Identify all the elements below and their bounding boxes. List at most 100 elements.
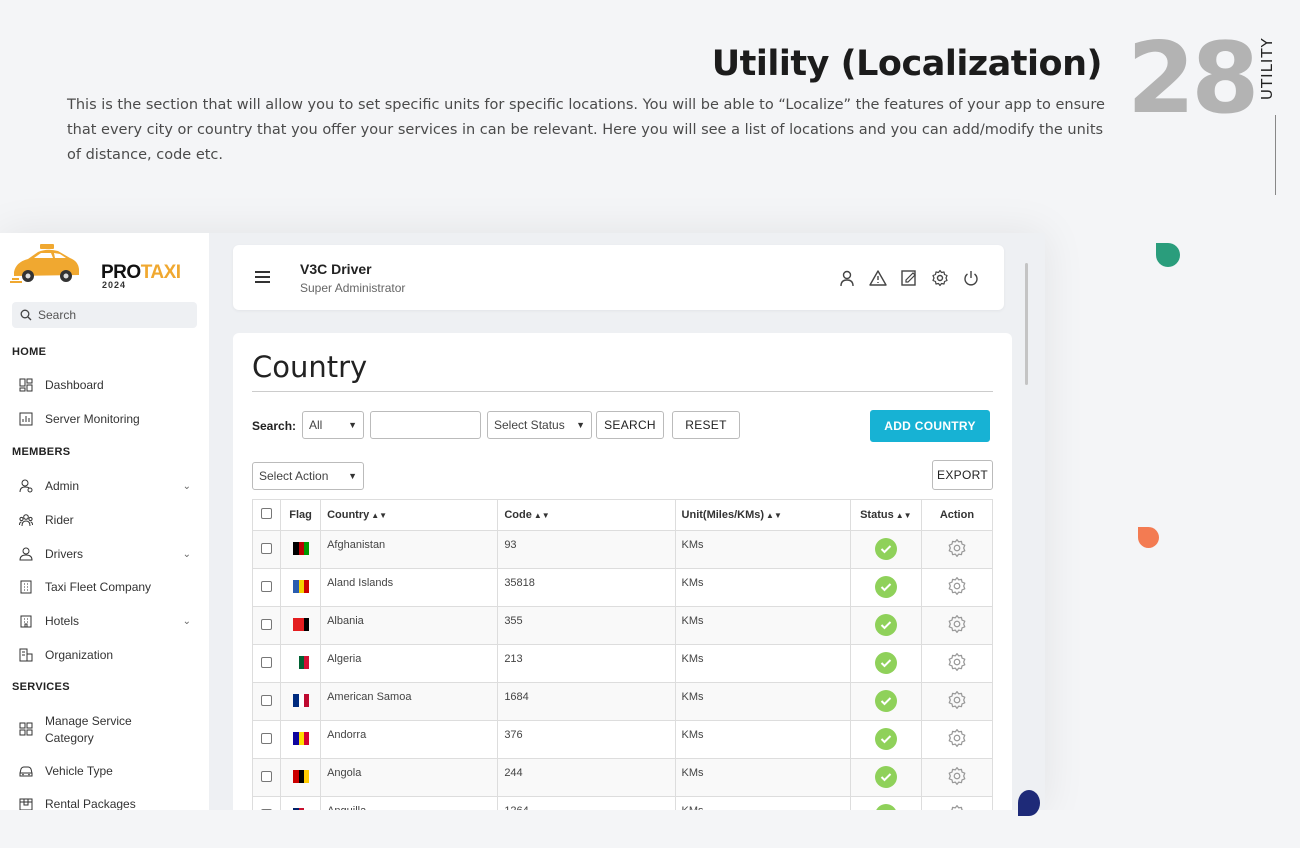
settings-gear-icon[interactable]	[947, 766, 967, 786]
alert-icon[interactable]	[869, 269, 887, 287]
sidebar-search-input[interactable]: Search	[12, 302, 197, 328]
country-flag-icon	[292, 617, 309, 631]
taxi-car-icon	[10, 244, 79, 283]
row-checkbox[interactable]	[261, 618, 273, 630]
action-cell[interactable]	[920, 720, 994, 759]
active-status-icon[interactable]	[874, 766, 897, 788]
search-field-select[interactable]: All ▼	[302, 411, 364, 439]
scrollbar[interactable]	[1025, 263, 1028, 385]
bulk-action-select[interactable]: Select Action ▼	[252, 462, 364, 490]
brand-logo[interactable]: PROTAXI 2024	[10, 242, 181, 292]
export-button[interactable]: EXPORT	[932, 460, 993, 490]
action-cell[interactable]	[920, 682, 994, 721]
column-code[interactable]: Code ▲▼	[497, 499, 676, 531]
unit-cell: KMs	[674, 568, 851, 607]
row-checkbox-cell[interactable]	[251, 682, 282, 721]
row-checkbox-cell[interactable]	[251, 758, 282, 797]
settings-gear-icon[interactable]	[947, 690, 967, 710]
search-button[interactable]: SEARCH	[596, 411, 664, 439]
sidebar-item-hotels[interactable]: Hotels ⌄	[19, 614, 199, 628]
column-status[interactable]: Status ▲▼	[849, 499, 922, 531]
sidebar-item-organization[interactable]: Organization	[19, 648, 199, 662]
search-input[interactable]	[370, 411, 481, 439]
page-description: This is the section that will allow you …	[67, 97, 1105, 163]
status-cell[interactable]	[849, 796, 922, 811]
row-checkbox[interactable]	[261, 542, 273, 554]
sidebar-item-label: Rider	[45, 513, 74, 527]
status-cell[interactable]	[849, 682, 922, 721]
status-cell[interactable]	[849, 758, 922, 797]
user-role: Super Administrator	[300, 281, 406, 295]
gear-icon[interactable]	[931, 269, 949, 287]
row-checkbox[interactable]	[261, 580, 273, 592]
reset-button[interactable]: RESET	[672, 411, 740, 439]
table-row: Aland Islands 35818 KMs	[251, 568, 994, 607]
settings-gear-icon[interactable]	[947, 576, 967, 596]
app-window: PROTAXI 2024 Search HOME Dashboard Serve…	[0, 233, 1045, 811]
action-cell[interactable]	[920, 758, 994, 797]
sidebar-item-server-monitoring[interactable]: Server Monitoring	[19, 412, 199, 426]
status-cell[interactable]	[849, 720, 922, 759]
code-cell: 1264	[497, 796, 676, 811]
active-status-icon[interactable]	[874, 690, 897, 712]
select-all-checkbox[interactable]	[261, 508, 273, 519]
sidebar-item-rental[interactable]: Rental Packages	[19, 797, 199, 811]
sidebar-item-fleet[interactable]: Taxi Fleet Company	[19, 580, 199, 594]
profile-icon[interactable]	[838, 269, 856, 287]
sidebar-item-vehicle-type[interactable]: Vehicle Type	[19, 764, 199, 778]
sidebar-item-label: Organization	[45, 648, 114, 662]
status-cell[interactable]	[849, 568, 922, 607]
brand-year: 2024	[102, 280, 127, 290]
status-cell[interactable]	[849, 606, 922, 645]
hotel-icon	[20, 615, 32, 628]
sidebar-item-service-category[interactable]: Manage Service Category	[19, 713, 199, 747]
edit-icon[interactable]	[900, 269, 918, 287]
sort-icon: ▲▼	[766, 511, 782, 520]
settings-gear-icon[interactable]	[947, 652, 967, 672]
active-status-icon[interactable]	[874, 728, 897, 750]
settings-gear-icon[interactable]	[947, 728, 967, 748]
sidebar-item-label: Hotels	[45, 614, 80, 628]
select-all-header[interactable]	[251, 499, 282, 531]
settings-gear-icon[interactable]	[947, 614, 967, 634]
active-status-icon[interactable]	[874, 576, 897, 598]
status-cell[interactable]	[849, 530, 922, 569]
country-flag-icon	[292, 769, 309, 783]
row-checkbox[interactable]	[261, 732, 273, 744]
sidebar-item-drivers[interactable]: Drivers ⌄	[19, 547, 199, 561]
action-cell[interactable]	[920, 796, 994, 811]
active-status-icon[interactable]	[874, 652, 897, 674]
unit-cell: KMs	[674, 720, 851, 759]
column-unit[interactable]: Unit(Miles/KMs) ▲▼	[674, 499, 851, 531]
row-checkbox-cell[interactable]	[251, 568, 282, 607]
action-cell[interactable]	[920, 606, 994, 645]
status-select[interactable]: Select Status ▼	[487, 411, 592, 439]
action-cell[interactable]	[920, 530, 994, 569]
sidebar-item-admin[interactable]: Admin ⌄	[19, 479, 199, 493]
sidebar-item-dashboard[interactable]: Dashboard	[19, 378, 199, 392]
power-icon[interactable]	[962, 269, 980, 287]
menu-icon[interactable]	[255, 271, 270, 283]
active-status-icon[interactable]	[874, 614, 897, 636]
settings-gear-icon[interactable]	[947, 538, 967, 558]
row-checkbox-cell[interactable]	[251, 530, 282, 569]
action-cell[interactable]	[920, 568, 994, 607]
column-country[interactable]: Country ▲▼	[320, 499, 499, 531]
row-checkbox[interactable]	[261, 656, 273, 668]
table-row: Afghanistan 93 KMs	[251, 530, 994, 569]
add-country-button[interactable]: ADD COUNTRY	[870, 410, 990, 442]
row-checkbox-cell[interactable]	[251, 796, 282, 811]
row-checkbox[interactable]	[261, 694, 273, 706]
row-checkbox-cell[interactable]	[251, 644, 282, 683]
sidebar-item-rider[interactable]: Rider	[19, 513, 199, 527]
action-cell[interactable]	[920, 644, 994, 683]
sidebar-item-label: Taxi Fleet Company	[45, 580, 152, 594]
active-status-icon[interactable]	[874, 538, 897, 560]
section-services: SERVICES	[12, 681, 70, 693]
row-checkbox[interactable]	[261, 770, 273, 782]
code-cell: 93	[497, 530, 676, 569]
status-cell[interactable]	[849, 644, 922, 683]
bar-chart-icon	[19, 412, 33, 426]
row-checkbox-cell[interactable]	[251, 720, 282, 759]
row-checkbox-cell[interactable]	[251, 606, 282, 645]
